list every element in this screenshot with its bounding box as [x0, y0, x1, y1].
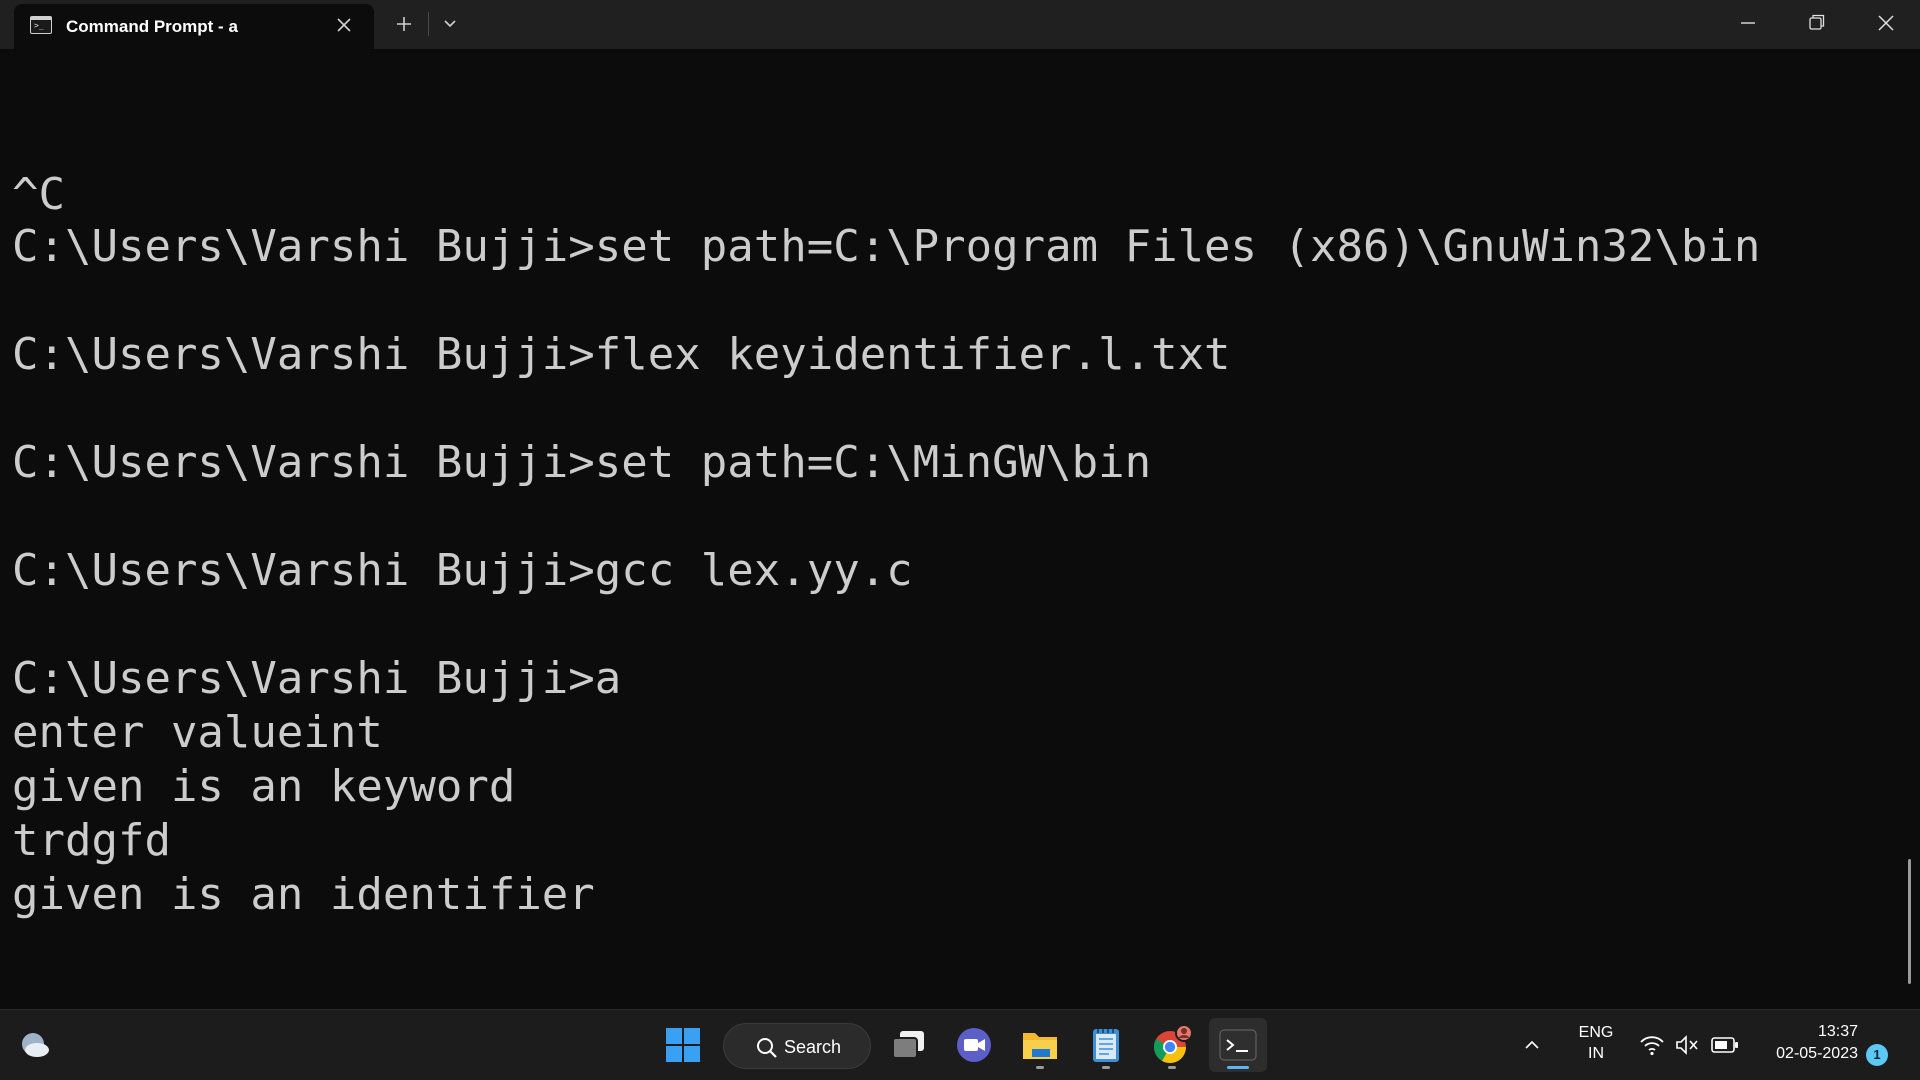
scrollbar-thumb[interactable] — [1908, 859, 1911, 984]
terminal-line: trdgfd — [12, 815, 171, 866]
terminal-line: C:\Users\Varshi Bujji>a — [12, 653, 622, 704]
chevron-up-icon[interactable] — [1516, 1018, 1548, 1072]
running-indicator — [1036, 1066, 1044, 1069]
running-indicator — [1168, 1066, 1176, 1069]
new-tab-plus-icon[interactable] — [390, 10, 418, 38]
battery-icon[interactable] — [1708, 1018, 1742, 1072]
task-view-icon[interactable] — [880, 1018, 938, 1072]
language-code: ENG — [1578, 1024, 1614, 1041]
chrome-icon[interactable] — [1143, 1018, 1201, 1072]
terminal-line: C:\Users\Varshi Bujji>set path=C:\Progra… — [12, 221, 1761, 272]
terminal-tab-icon: >_ — [30, 16, 52, 34]
notepad-icon[interactable] — [1077, 1018, 1135, 1072]
terminal-line: given is an identifier — [12, 869, 595, 920]
minimize-button[interactable] — [1714, 0, 1782, 46]
teams-meet-icon[interactable] — [945, 1018, 1003, 1072]
terminal-taskbar-icon[interactable] — [1209, 1018, 1267, 1072]
terminal-line: given is an keyword — [12, 761, 516, 812]
notification-badge[interactable]: 1 — [1866, 1044, 1888, 1066]
search-label: Search — [784, 1037, 842, 1057]
terminal-line: C:\Users\Varshi Bujji>flex keyidentifier… — [12, 329, 1231, 380]
restore-button[interactable] — [1782, 0, 1850, 46]
active-indicator — [1227, 1066, 1249, 1069]
terminal-line: ^C — [12, 169, 65, 220]
clock-time: 13:37 — [1817, 1023, 1858, 1040]
file-explorer-icon[interactable] — [1011, 1018, 1069, 1072]
search-icon — [757, 1038, 777, 1058]
clock-date: 02-05-2023 — [1776, 1045, 1858, 1062]
taskbar-search-box[interactable]: Search — [723, 1023, 871, 1069]
terminal-line: C:\Users\Varshi Bujji>gcc lex.yy.c — [12, 545, 913, 596]
language-indicator[interactable]: ENG IN — [1570, 1024, 1622, 1063]
chevron-down-icon[interactable] — [436, 10, 464, 38]
tab-separator — [428, 12, 429, 36]
wifi-icon[interactable] — [1637, 1018, 1667, 1072]
tab-close-icon[interactable] — [332, 13, 356, 37]
running-indicator — [1102, 1066, 1110, 1069]
volume-muted-icon[interactable] — [1672, 1018, 1702, 1072]
close-window-button[interactable] — [1852, 0, 1920, 46]
terminal-output[interactable]: ^C C:\Users\Varshi Bujji>set path=C:\Pro… — [0, 49, 1920, 1009]
tab-command-prompt[interactable]: >_ Command Prompt - a — [14, 4, 374, 49]
language-region: IN — [1588, 1045, 1604, 1062]
terminal-line: C:\Users\Varshi Bujji>set path=C:\MinGW\… — [12, 437, 1152, 488]
clock[interactable]: 13:37 02-05-2023 — [1758, 1023, 1858, 1063]
terminal-line: enter valueint — [12, 707, 383, 758]
tab-title: Command Prompt - a — [66, 17, 238, 36]
taskbar: Search ENG IN 13:37 02-05-2023 1 — [0, 1009, 1920, 1080]
title-bar: >_ Command Prompt - a — [0, 0, 1920, 49]
windows-start-icon[interactable] — [654, 1018, 712, 1072]
weather-widget-icon[interactable] — [6, 1018, 64, 1072]
